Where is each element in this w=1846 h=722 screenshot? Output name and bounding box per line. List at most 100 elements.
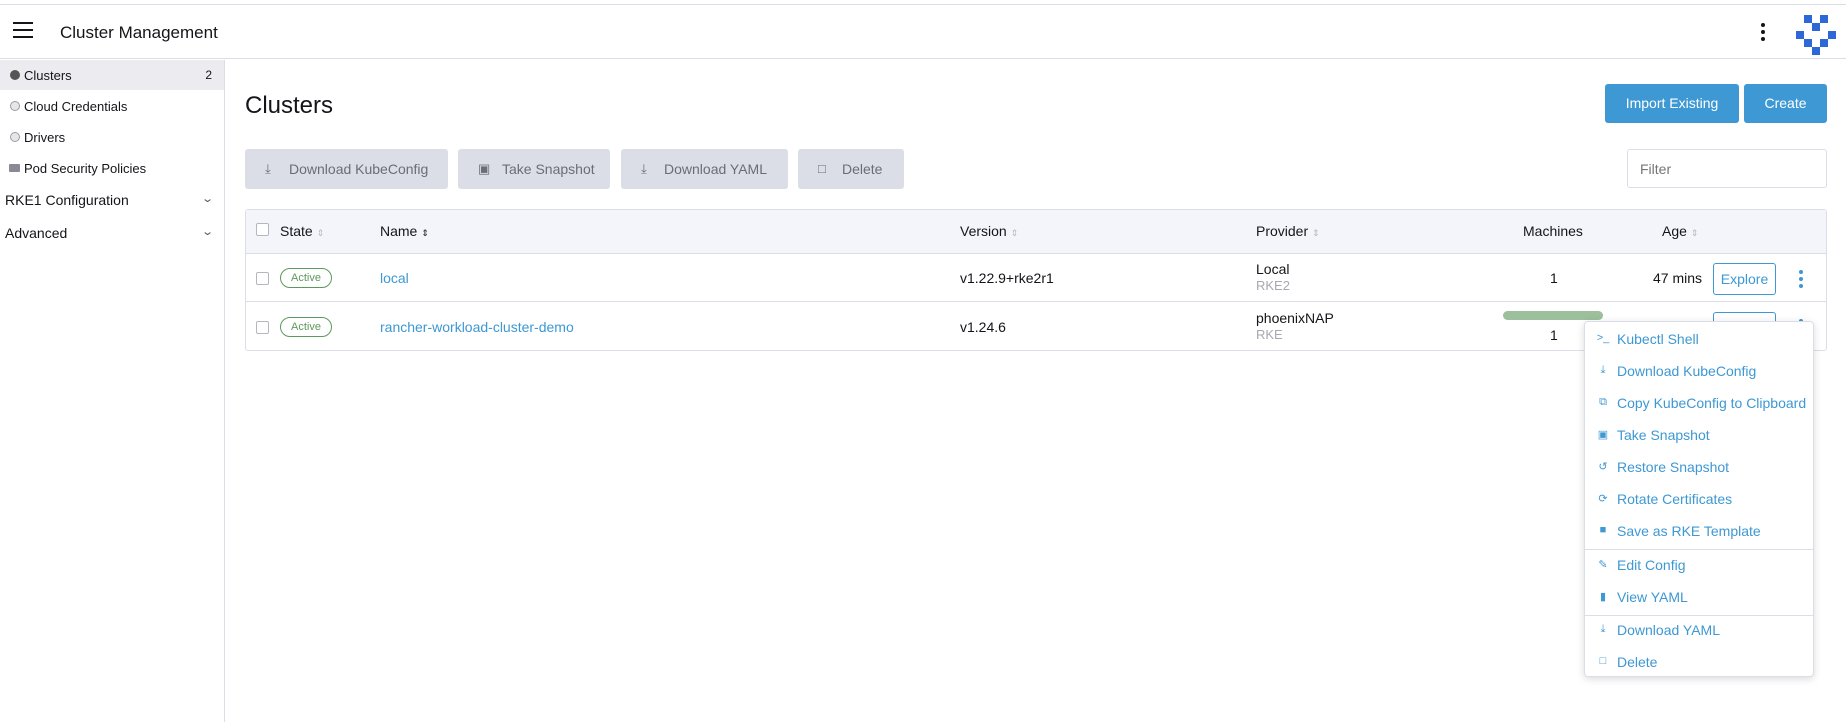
- sidebar-item-cloud-credentials[interactable]: Cloud Credentials: [0, 91, 224, 121]
- menu-item-label: Copy KubeConfig to Clipboard: [1617, 395, 1807, 411]
- menu-item-rotate-certificates[interactable]: ⟳ Rotate Certificates: [1585, 484, 1813, 516]
- pencil-icon: ✎: [1598, 559, 1608, 571]
- cluster-provider-type: RKE2: [1256, 278, 1290, 293]
- button-label: Delete: [842, 161, 883, 177]
- cluster-name-link[interactable]: local: [380, 270, 409, 286]
- select-all-checkbox[interactable]: [256, 223, 269, 236]
- menu-item-label: Take Snapshot: [1617, 427, 1710, 443]
- sidebar: Clusters 2 Cloud Credentials Drivers Pod…: [0, 60, 225, 722]
- create-button[interactable]: Create: [1744, 84, 1827, 123]
- file-icon: ▮: [1599, 591, 1607, 603]
- filter-input[interactable]: [1627, 149, 1827, 188]
- download-icon: ⤓: [1600, 364, 1606, 376]
- menu-item-take-snapshot[interactable]: ▣ Take Snapshot: [1585, 420, 1813, 452]
- more-options-icon[interactable]: [1758, 21, 1768, 43]
- column-header-age[interactable]: Age ⇕: [1662, 223, 1698, 239]
- row-checkbox[interactable]: [256, 272, 269, 285]
- download-icon: ⤓: [641, 161, 647, 176]
- take-snapshot-button[interactable]: ▣ Take Snapshot: [458, 149, 610, 189]
- table-header: State ⇕ Name ⇕ Version ⇕ Provider ⇕ Machines…: [246, 210, 1826, 254]
- explore-button[interactable]: Explore: [1713, 263, 1776, 295]
- menu-item-download-kubeconfig[interactable]: ⤓ Download KubeConfig: [1585, 356, 1813, 388]
- cluster-version: v1.22.9+rke2r1: [960, 270, 1054, 286]
- cluster-provider-type: RKE: [1256, 327, 1283, 342]
- sidebar-item-label: Cloud Credentials: [24, 99, 128, 114]
- cluster-name-link[interactable]: rancher-workload-cluster-demo: [380, 319, 574, 335]
- download-icon: ⤓: [1600, 623, 1606, 635]
- menu-item-label: Download KubeConfig: [1617, 363, 1757, 379]
- cluster-version: v1.24.6: [960, 319, 1006, 335]
- sidebar-item-pod-security-policies[interactable]: Pod Security Policies: [0, 153, 224, 183]
- menu-item-kubectl-shell[interactable]: >_ Kubectl Shell: [1585, 324, 1813, 356]
- sort-icon: ⇕: [421, 228, 429, 238]
- trash-icon: □: [818, 161, 826, 176]
- sort-icon: ⇕: [1312, 228, 1320, 238]
- sidebar-item-count: 2: [205, 68, 212, 82]
- column-header-provider[interactable]: Provider ⇕: [1256, 223, 1320, 239]
- history-icon: ↺: [1598, 461, 1608, 473]
- camera-icon: ▣: [1597, 429, 1609, 441]
- menu-item-label: Delete: [1617, 654, 1658, 670]
- sidebar-group-advanced[interactable]: Advanced ⌄: [0, 217, 224, 249]
- app-header: Cluster Management: [0, 5, 1846, 59]
- circle-icon: [10, 101, 20, 111]
- page-title: Clusters: [245, 92, 334, 119]
- button-label: Download KubeConfig: [289, 161, 429, 177]
- sort-icon: ⇕: [1690, 228, 1699, 238]
- row-checkbox[interactable]: [256, 321, 269, 334]
- circle-icon: [10, 132, 20, 142]
- menu-item-edit-config[interactable]: ✎ Edit Config: [1585, 550, 1813, 582]
- column-header-name[interactable]: Name ⇕: [380, 223, 429, 239]
- menu-item-download-yaml[interactable]: ⤓ Download YAML: [1585, 615, 1813, 647]
- machines-progress-bar: [1503, 311, 1603, 320]
- copy-icon: ⧉: [1599, 396, 1607, 408]
- trash-icon: □: [1599, 655, 1607, 667]
- cluster-icon: [10, 70, 20, 80]
- chevron-down-icon: ⌄: [200, 226, 214, 238]
- download-kubeconfig-button[interactable]: ⤓ Download KubeConfig: [245, 149, 448, 189]
- sidebar-group-rke1-configuration[interactable]: RKE1 Configuration ⌄: [0, 184, 224, 216]
- sidebar-group-label: RKE1 Configuration: [5, 192, 129, 208]
- column-header-machines: Machines: [1523, 223, 1583, 239]
- folder-icon: ■: [1599, 524, 1607, 536]
- row-actions-menu: >_ Kubectl Shell ⤓ Download KubeConfig ⧉…: [1584, 321, 1814, 677]
- sidebar-item-clusters[interactable]: Clusters 2: [0, 60, 224, 90]
- folder-icon: [9, 164, 20, 172]
- sort-icon: ⇕: [316, 228, 325, 238]
- cluster-machines: 1: [1550, 270, 1558, 286]
- download-yaml-button[interactable]: ⤓ Download YAML: [621, 149, 788, 189]
- camera-icon: ▣: [478, 161, 491, 176]
- sidebar-item-label: Drivers: [24, 130, 66, 145]
- import-existing-button[interactable]: Import Existing: [1605, 84, 1739, 123]
- sidebar-item-drivers[interactable]: Drivers: [0, 122, 224, 152]
- sort-icon: ⇕: [1010, 228, 1019, 238]
- button-label: Download YAML: [664, 161, 767, 177]
- column-header-state[interactable]: State ⇕: [280, 223, 324, 239]
- sidebar-group-label: Advanced: [5, 225, 68, 241]
- menu-item-label: Rotate Certificates: [1617, 491, 1733, 507]
- chevron-down-icon: ⌄: [200, 193, 214, 205]
- menu-item-label: View YAML: [1617, 589, 1688, 605]
- cluster-provider: phoenixNAP: [1256, 310, 1334, 326]
- menu-item-save-as-rke-template[interactable]: ■ Save as RKE Template: [1585, 516, 1813, 548]
- column-header-version[interactable]: Version ⇕: [960, 223, 1018, 239]
- menu-item-restore-snapshot[interactable]: ↺ Restore Snapshot: [1585, 452, 1813, 484]
- menu-item-delete[interactable]: □ Delete: [1585, 647, 1813, 679]
- status-badge: Active: [280, 268, 332, 288]
- app-title: Cluster Management: [60, 23, 218, 42]
- menu-item-copy-kubeconfig[interactable]: ⧉ Copy KubeConfig to Clipboard: [1585, 388, 1813, 420]
- delete-button[interactable]: □ Delete: [798, 149, 904, 189]
- refresh-icon: ⟳: [1598, 493, 1608, 505]
- cluster-provider: Local: [1256, 261, 1290, 277]
- menu-item-label: Restore Snapshot: [1617, 459, 1730, 475]
- cluster-machines: 1: [1550, 327, 1558, 343]
- terminal-icon: >_: [1596, 332, 1610, 344]
- cluster-age: 47 mins: [1653, 270, 1703, 286]
- menu-item-label: Edit Config: [1617, 557, 1686, 573]
- button-label: Take Snapshot: [502, 161, 595, 177]
- user-avatar[interactable]: [1796, 15, 1836, 55]
- sidebar-item-label: Pod Security Policies: [24, 161, 147, 176]
- hamburger-menu-icon[interactable]: [12, 22, 34, 42]
- menu-item-view-yaml[interactable]: ▮ View YAML: [1585, 582, 1813, 614]
- row-actions-icon[interactable]: [1796, 268, 1806, 290]
